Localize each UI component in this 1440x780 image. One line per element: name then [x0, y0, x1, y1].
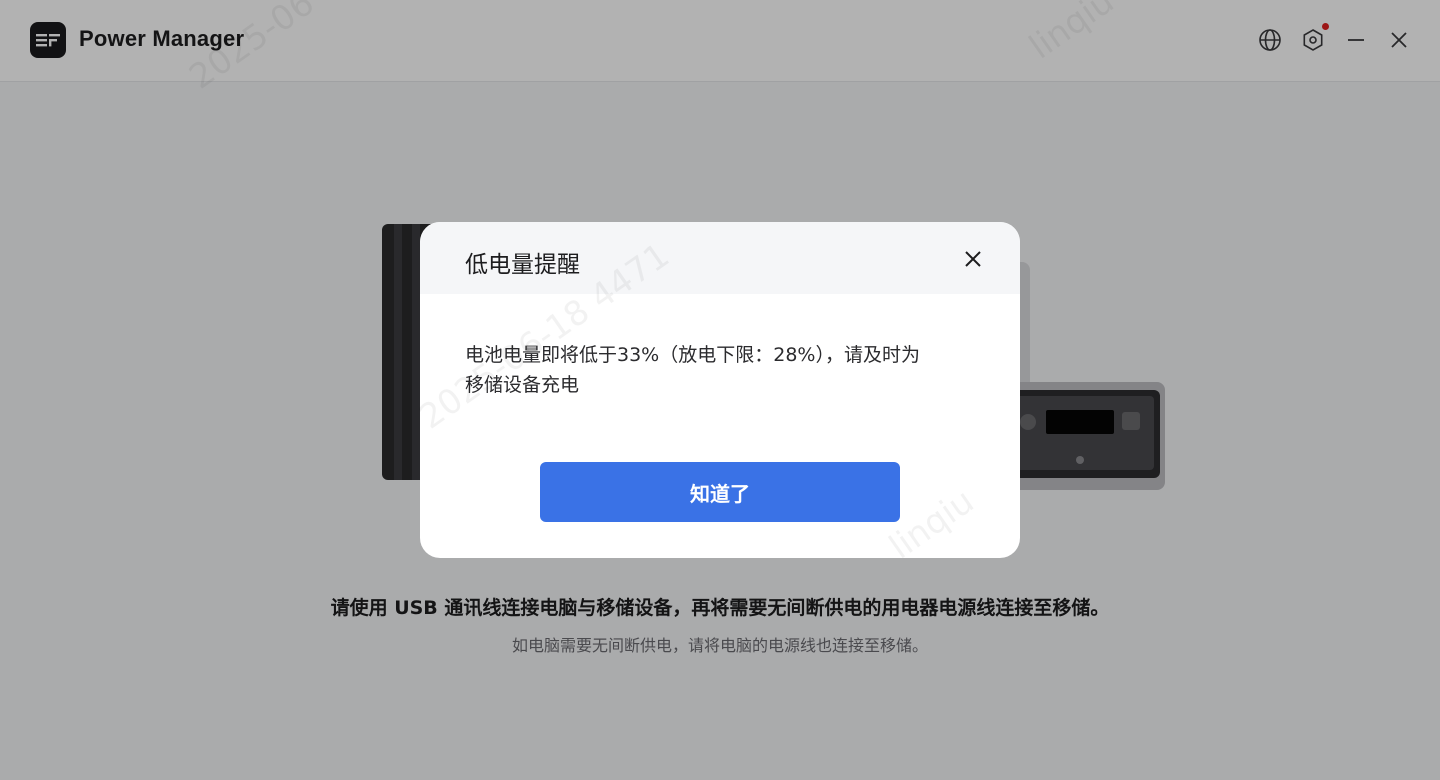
dialog-message: 电池电量即将低于33%（放电下限：28%），请及时为 移储设备充电 [465, 340, 985, 400]
dialog-close-icon[interactable] [960, 246, 986, 272]
dialog-header: 低电量提醒 [420, 222, 1020, 294]
acknowledge-button[interactable]: 知道了 [540, 462, 900, 522]
dialog-message-line2: 移储设备充电 [465, 374, 580, 396]
dialog-title: 低电量提醒 [465, 252, 580, 278]
low-battery-dialog: 低电量提醒 电池电量即将低于33%（放电下限：28%），请及时为 移储设备充电 … [420, 222, 1020, 558]
dialog-message-line1: 电池电量即将低于33%（放电下限：28%），请及时为 [465, 344, 920, 366]
